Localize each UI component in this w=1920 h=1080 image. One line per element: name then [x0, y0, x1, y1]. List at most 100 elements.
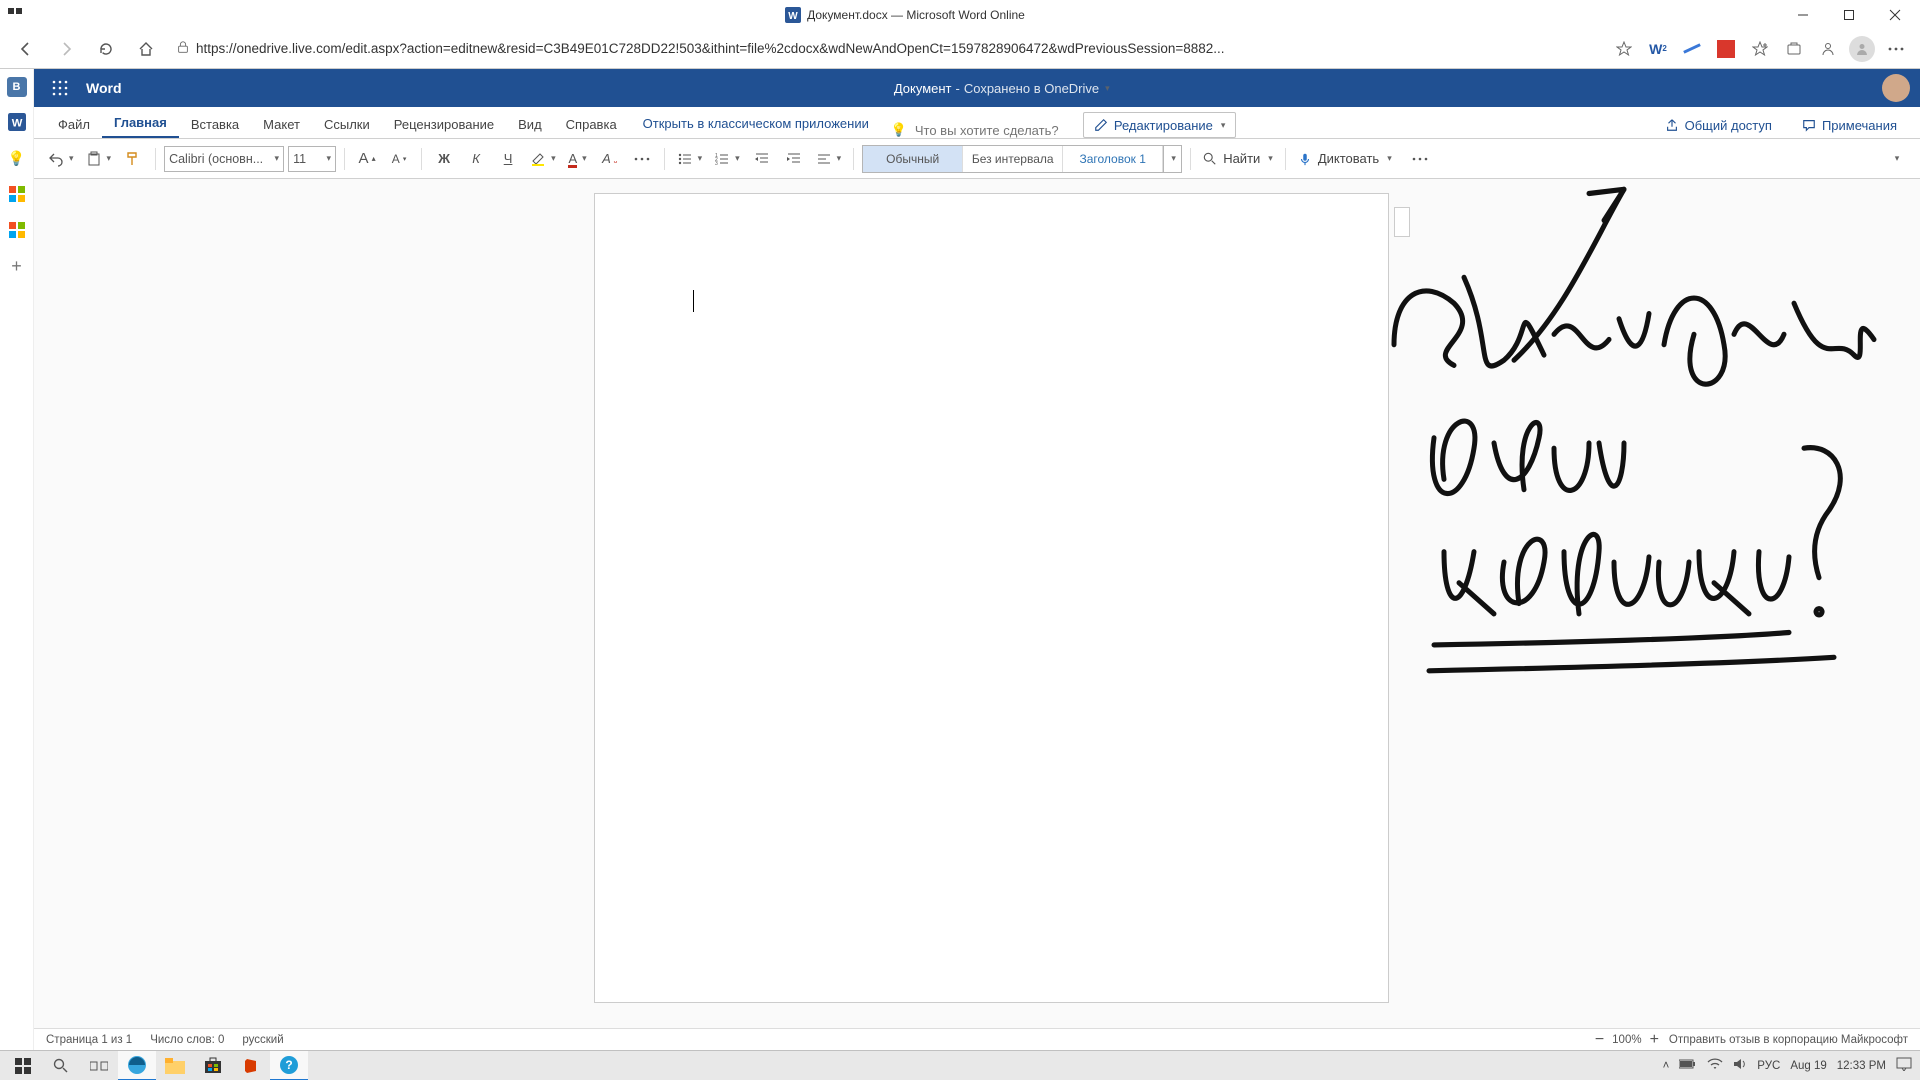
- save-state-caret-icon[interactable]: ▾: [1105, 83, 1110, 94]
- svg-text:?: ?: [285, 1058, 292, 1072]
- microsoft-icon-2[interactable]: [6, 219, 28, 241]
- find-button[interactable]: Найти▾: [1199, 145, 1277, 173]
- zoom-out-button[interactable]: −: [1595, 1031, 1604, 1049]
- clear-format-button[interactable]: A⎵: [596, 145, 624, 173]
- user-avatar[interactable]: [1882, 74, 1910, 102]
- align-button[interactable]: ▾: [812, 145, 846, 173]
- italic-button[interactable]: К: [462, 145, 490, 173]
- back-button[interactable]: [8, 33, 44, 65]
- tray-battery-icon[interactable]: [1679, 1059, 1697, 1072]
- tab-actions-icon[interactable]: [0, 7, 30, 23]
- status-page[interactable]: Страница 1 из 1: [46, 1034, 132, 1046]
- tray-wifi-icon[interactable]: [1707, 1058, 1723, 1073]
- bullets-button[interactable]: ▾: [673, 145, 707, 173]
- window-maximize-button[interactable]: [1826, 0, 1872, 29]
- style-normal[interactable]: Обычный: [863, 146, 963, 172]
- undo-button[interactable]: ▾: [44, 145, 78, 173]
- decrease-font-button[interactable]: A▾: [385, 145, 413, 173]
- more-button[interactable]: [1880, 33, 1912, 65]
- app-launcher-button[interactable]: [44, 72, 76, 104]
- tab-layout[interactable]: Макет: [251, 110, 312, 138]
- font-name-select[interactable]: Calibri (основн...▾: [164, 146, 284, 172]
- collections-button[interactable]: [1778, 33, 1810, 65]
- highlight-button[interactable]: ▾: [526, 145, 560, 173]
- tray-lang[interactable]: РУС: [1757, 1060, 1780, 1072]
- editing-mode-button[interactable]: Редактирование ▾: [1083, 112, 1237, 138]
- tab-view[interactable]: Вид: [506, 110, 554, 138]
- tray-sound-icon[interactable]: [1733, 1057, 1747, 1074]
- font-size-select[interactable]: 11▾: [288, 146, 336, 172]
- ext-pen-icon[interactable]: [1676, 33, 1708, 65]
- doc-name[interactable]: Документ: [894, 81, 952, 96]
- word-brand-label: Word: [86, 80, 122, 96]
- underline-button[interactable]: Ч: [494, 145, 522, 173]
- bold-button[interactable]: Ж: [430, 145, 458, 173]
- font-size-value: 11: [293, 152, 306, 166]
- vk-icon[interactable]: B: [7, 77, 27, 97]
- taskbar-office-icon[interactable]: [232, 1051, 270, 1080]
- tab-insert[interactable]: Вставка: [179, 110, 251, 138]
- document-canvas[interactable]: [34, 179, 1920, 1028]
- tab-file[interactable]: Файл: [46, 110, 102, 138]
- status-lang[interactable]: русский: [242, 1034, 283, 1046]
- styles-gallery[interactable]: Обычный Без интервала Заголовок 1 ▾: [862, 145, 1182, 173]
- start-button[interactable]: [4, 1051, 42, 1080]
- collapse-ribbon-button[interactable]: ▾: [1882, 145, 1910, 173]
- tray-overflow-button[interactable]: ˄: [1663, 1060, 1670, 1072]
- share-button[interactable]: Общий доступ: [1654, 112, 1783, 138]
- more-commands-button[interactable]: [1406, 145, 1434, 173]
- address-bar[interactable]: https://onedrive.live.com/edit.aspx?acti…: [168, 35, 1604, 63]
- style-heading1[interactable]: Заголовок 1: [1063, 146, 1163, 172]
- task-view-button[interactable]: [80, 1051, 118, 1080]
- style-no-spacing[interactable]: Без интервала: [963, 146, 1063, 172]
- ext-red-icon[interactable]: [1710, 33, 1742, 65]
- microsoft-icon[interactable]: [6, 183, 28, 205]
- tab-home[interactable]: Главная: [102, 108, 179, 138]
- increase-indent-button[interactable]: [780, 145, 808, 173]
- tray-time[interactable]: 12:33 PM: [1837, 1060, 1886, 1072]
- idea-icon[interactable]: 💡: [6, 147, 28, 169]
- word-doc-icon[interactable]: W: [6, 111, 28, 133]
- tray-notifications-button[interactable]: [1896, 1057, 1912, 1074]
- tray-date[interactable]: Aug 19: [1790, 1060, 1826, 1072]
- window-minimize-button[interactable]: [1780, 0, 1826, 29]
- font-color-button[interactable]: A▾: [564, 145, 592, 173]
- ribbon-tabs: Файл Главная Вставка Макет Ссылки Реценз…: [34, 107, 1920, 139]
- paste-button[interactable]: ▾: [82, 145, 116, 173]
- comments-button[interactable]: Примечания: [1791, 112, 1908, 138]
- zoom-in-button[interactable]: +: [1650, 1031, 1659, 1049]
- refresh-button[interactable]: [88, 33, 124, 65]
- favorites-star-button[interactable]: [1744, 33, 1776, 65]
- tab-review[interactable]: Рецензирование: [382, 110, 506, 138]
- add-tab-icon[interactable]: +: [6, 255, 28, 277]
- more-font-button[interactable]: [628, 145, 656, 173]
- svg-text:3: 3: [715, 161, 718, 167]
- tab-help[interactable]: Справка: [554, 110, 629, 138]
- taskbar-search-button[interactable]: [42, 1051, 80, 1080]
- taskbar-store-icon[interactable]: [194, 1051, 232, 1080]
- tell-me-search[interactable]: 💡: [883, 122, 1073, 138]
- decrease-indent-button[interactable]: [748, 145, 776, 173]
- document-page[interactable]: [594, 193, 1389, 1003]
- profile-button[interactable]: [1846, 33, 1878, 65]
- window-close-button[interactable]: [1872, 0, 1918, 29]
- tab-references[interactable]: Ссылки: [312, 110, 382, 138]
- feedback-link[interactable]: Отправить отзыв в корпорацию Майкрософт: [1669, 1034, 1908, 1046]
- open-in-desktop-button[interactable]: Открыть в классическом приложении: [629, 109, 883, 138]
- increase-font-button[interactable]: A▴: [353, 145, 381, 173]
- home-button[interactable]: [128, 33, 164, 65]
- format-painter-button[interactable]: [119, 145, 147, 173]
- zoom-level[interactable]: 100%: [1612, 1034, 1641, 1046]
- taskbar-explorer-icon[interactable]: [156, 1051, 194, 1080]
- extension-person-icon[interactable]: [1812, 33, 1844, 65]
- taskbar-edge-icon[interactable]: [118, 1051, 156, 1080]
- dictate-button[interactable]: Диктовать▾: [1294, 145, 1396, 173]
- favorite-button[interactable]: [1608, 33, 1640, 65]
- numbering-button[interactable]: 123▾: [710, 145, 744, 173]
- ext-w2-icon[interactable]: W2: [1642, 33, 1674, 65]
- save-state[interactable]: Сохранено в OneDrive: [964, 81, 1099, 96]
- tell-me-input[interactable]: [915, 123, 1065, 138]
- taskbar-help-icon[interactable]: ?: [270, 1051, 308, 1080]
- styles-more-button[interactable]: ▾: [1163, 146, 1181, 172]
- status-words[interactable]: Число слов: 0: [150, 1034, 224, 1046]
